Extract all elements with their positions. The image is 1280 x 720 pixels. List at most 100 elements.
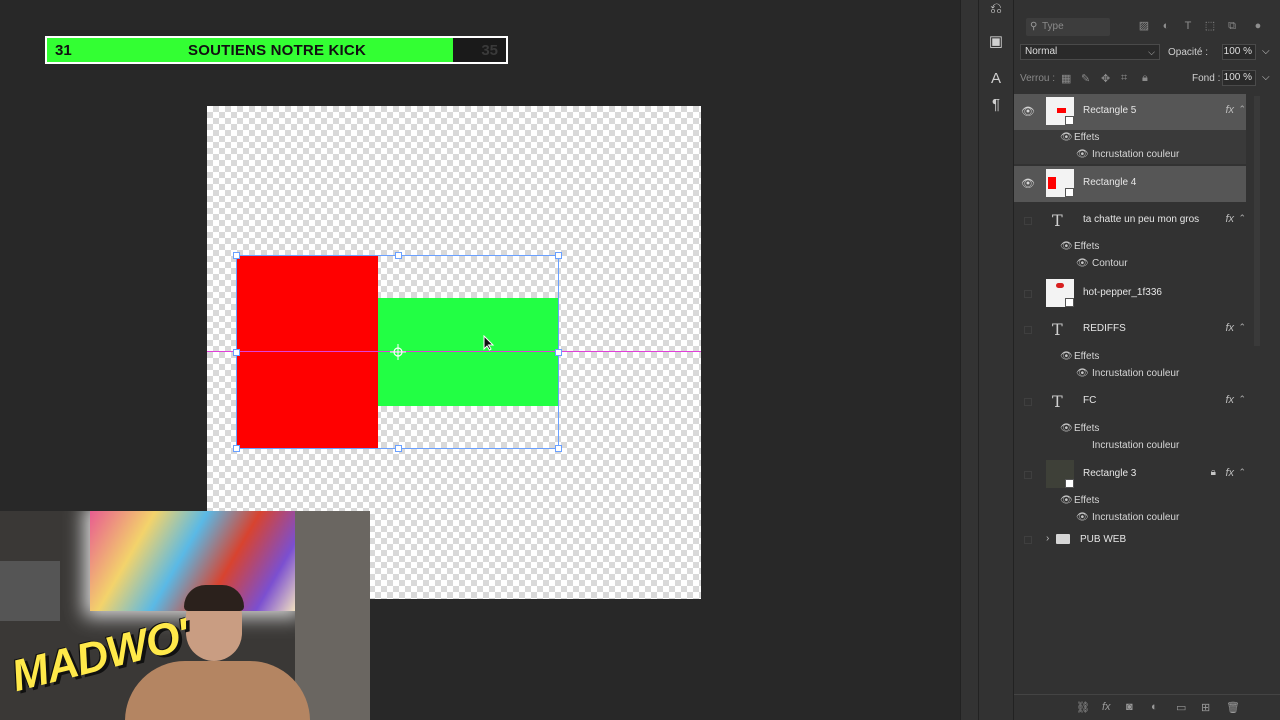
layer-fc[interactable]: T FC fx ⌃ bbox=[1014, 384, 1246, 420]
layer-effects-row[interactable]: 👁︎ Effets bbox=[1014, 493, 1246, 510]
layer-rectangle-3[interactable]: Rectangle 3 🔒︎ fx ⌃ bbox=[1014, 457, 1246, 493]
effects-eye-icon[interactable]: 👁︎ bbox=[1060, 495, 1073, 506]
effect-eye-icon[interactable]: 👁︎ bbox=[1076, 368, 1089, 379]
new-layer-icon[interactable]: ⊞ bbox=[1201, 701, 1210, 714]
lock-position-icon[interactable]: ✥ bbox=[1101, 72, 1110, 85]
layer-name: Rectangle 5 bbox=[1083, 105, 1137, 116]
lock-artboard-icon[interactable]: ⌗ bbox=[1121, 72, 1127, 85]
add-mask-icon[interactable]: ◙ bbox=[1126, 701, 1133, 713]
layer-effects-row[interactable]: 👁︎ Effets bbox=[1014, 239, 1246, 256]
paragraph-icon[interactable]: ¶ bbox=[987, 96, 1005, 114]
filter-type-icon[interactable]: T bbox=[1182, 20, 1194, 32]
layer-name: Rectangle 4 bbox=[1083, 177, 1137, 188]
layers-panel-footer: ⛓︎ fx ◙ ◐ ▭ ⊞ 🗑︎ bbox=[1014, 694, 1280, 720]
layer-effect-item[interactable]: 👁︎ Incrustation couleur bbox=[1014, 147, 1246, 164]
lock-image-pixels-icon[interactable]: ✎ bbox=[1081, 72, 1090, 85]
chevron-up-icon[interactable]: ⌃ bbox=[1238, 322, 1246, 333]
layer-rectangle-5[interactable]: 👁︎ Rectangle 5 fx ⌃ bbox=[1014, 94, 1246, 130]
filter-smart-object-icon[interactable]: ⧉ bbox=[1226, 20, 1238, 32]
filter-shape-icon[interactable]: ⬚ bbox=[1204, 20, 1216, 32]
layer-group-pub-web[interactable]: › PUB WEB bbox=[1014, 529, 1246, 551]
text-layer-icon: T bbox=[1052, 320, 1063, 339]
chevron-up-icon[interactable]: ⌃ bbox=[1238, 467, 1246, 478]
filter-adjustment-icon[interactable]: ◐ bbox=[1160, 20, 1172, 32]
effects-eye-icon[interactable]: 👁︎ bbox=[1060, 241, 1073, 252]
blend-mode-select[interactable]: Normal ⌵ bbox=[1020, 44, 1160, 60]
visibility-toggle-off[interactable] bbox=[1024, 471, 1032, 479]
layer-rediffs[interactable]: T REDIFFS fx ⌃ bbox=[1014, 312, 1246, 348]
visibility-eye-icon[interactable]: 👁︎ bbox=[1021, 105, 1035, 118]
effect-name: Incrustation couleur bbox=[1092, 512, 1180, 523]
layer-thumbnail bbox=[1046, 279, 1074, 307]
layer-effect-item[interactable]: 👁︎ Contour bbox=[1014, 256, 1246, 273]
fx-icon[interactable]: fx bbox=[1225, 467, 1234, 479]
adjustment-layer-icon[interactable]: ◐ bbox=[1151, 701, 1158, 713]
transform-handle-bottom-center[interactable] bbox=[395, 445, 402, 452]
effects-eye-icon[interactable]: 👁︎ bbox=[1060, 132, 1073, 143]
add-style-icon[interactable]: fx bbox=[1102, 701, 1111, 713]
transform-handle-middle-left[interactable] bbox=[233, 349, 240, 356]
layer-name: PUB WEB bbox=[1080, 534, 1127, 545]
layer-filter-input[interactable]: ⚲ Type bbox=[1026, 18, 1110, 36]
chevron-up-icon[interactable]: ⌃ bbox=[1238, 394, 1246, 405]
transform-center-icon[interactable] bbox=[390, 344, 406, 360]
workspace-vertical-scrollbar[interactable] bbox=[960, 0, 978, 720]
link-layers-icon[interactable]: ⛓︎ bbox=[1076, 701, 1090, 714]
effect-eye-icon[interactable]: 👁︎ bbox=[1076, 512, 1089, 523]
lock-transparent-pixels-icon[interactable]: ▦ bbox=[1061, 72, 1071, 85]
layer-hot-pepper[interactable]: hot-pepper_1f336 bbox=[1014, 276, 1246, 312]
webcam-person-body bbox=[125, 661, 310, 720]
transform-handle-middle-right[interactable] bbox=[555, 349, 562, 356]
transform-handle-bottom-right[interactable] bbox=[555, 445, 562, 452]
layer-effect-item[interactable]: 👁︎ Incrustation couleur bbox=[1014, 366, 1246, 383]
layer-rectangle-4[interactable]: 👁︎ Rectangle 4 bbox=[1014, 166, 1246, 202]
layer-effect-item[interactable]: Incrustation couleur bbox=[1014, 438, 1246, 455]
layer-name: Rectangle 3 bbox=[1083, 468, 1137, 479]
fx-icon[interactable]: fx bbox=[1225, 213, 1234, 225]
fx-icon[interactable]: fx bbox=[1225, 322, 1234, 334]
effects-label: Effets bbox=[1074, 423, 1100, 434]
filter-pixel-icon[interactable]: ▨ bbox=[1138, 20, 1150, 32]
character-icon[interactable]: A bbox=[987, 70, 1005, 88]
visibility-toggle-off[interactable] bbox=[1024, 536, 1032, 544]
chevron-up-icon[interactable]: ⌃ bbox=[1238, 213, 1246, 224]
transform-handle-top-center[interactable] bbox=[395, 252, 402, 259]
layers-scrollbar[interactable] bbox=[1254, 96, 1260, 346]
opacity-input[interactable]: 100 % bbox=[1222, 44, 1256, 60]
fill-chevron-icon[interactable]: ⌵ bbox=[1262, 72, 1270, 83]
transform-handle-bottom-left[interactable] bbox=[233, 445, 240, 452]
text-layer-icon: T bbox=[1052, 211, 1063, 230]
transform-handle-top-left[interactable] bbox=[233, 252, 240, 259]
document-workspace[interactable]: 31 SOUTIENS NOTRE KICK 35 MADWO' bbox=[0, 0, 960, 720]
layer-text-ta-chatte[interactable]: T ta chatte un peu mon gros fx ⌃ bbox=[1014, 203, 1246, 239]
lock-all-icon[interactable]: 🔒︎ bbox=[1142, 72, 1148, 85]
effects-eye-icon[interactable]: 👁︎ bbox=[1060, 423, 1073, 434]
fill-input[interactable]: 100 % bbox=[1222, 70, 1256, 86]
layer-effects-row[interactable]: 👁︎ Effets bbox=[1014, 349, 1246, 366]
opacity-chevron-icon[interactable]: ⌵ bbox=[1262, 46, 1270, 57]
effect-name: Contour bbox=[1092, 258, 1128, 269]
history-icon[interactable]: ⎌ bbox=[987, 0, 1005, 18]
delete-layer-icon[interactable]: 🗑︎ bbox=[1226, 701, 1240, 714]
libraries-icon[interactable]: ▣ bbox=[987, 33, 1005, 51]
chevron-up-icon[interactable]: ⌃ bbox=[1238, 104, 1246, 115]
visibility-toggle-off[interactable] bbox=[1024, 217, 1032, 225]
new-group-icon[interactable]: ▭ bbox=[1176, 701, 1186, 714]
layer-effect-item[interactable]: 👁︎ Incrustation couleur bbox=[1014, 510, 1246, 527]
fx-icon[interactable]: fx bbox=[1225, 104, 1234, 116]
effect-eye-icon[interactable]: 👁︎ bbox=[1076, 258, 1089, 269]
effects-eye-icon[interactable]: 👁︎ bbox=[1060, 351, 1073, 362]
visibility-toggle-off[interactable] bbox=[1024, 290, 1032, 298]
goal-label: SOUTIENS NOTRE KICK bbox=[188, 42, 366, 59]
layer-effects-row[interactable]: 👁︎ Effets bbox=[1014, 130, 1246, 147]
filter-toggle-icon[interactable]: ● bbox=[1252, 20, 1264, 32]
visibility-toggle-off[interactable] bbox=[1024, 326, 1032, 334]
effect-eye-icon[interactable]: 👁︎ bbox=[1076, 149, 1089, 160]
chevron-right-icon[interactable]: › bbox=[1046, 533, 1049, 544]
transform-handle-top-right[interactable] bbox=[555, 252, 562, 259]
effect-name: Incrustation couleur bbox=[1092, 368, 1180, 379]
visibility-eye-icon[interactable]: 👁︎ bbox=[1021, 177, 1035, 190]
fx-icon[interactable]: fx bbox=[1225, 394, 1234, 406]
visibility-toggle-off[interactable] bbox=[1024, 398, 1032, 406]
layer-effects-row[interactable]: 👁︎ Effets bbox=[1014, 421, 1246, 438]
